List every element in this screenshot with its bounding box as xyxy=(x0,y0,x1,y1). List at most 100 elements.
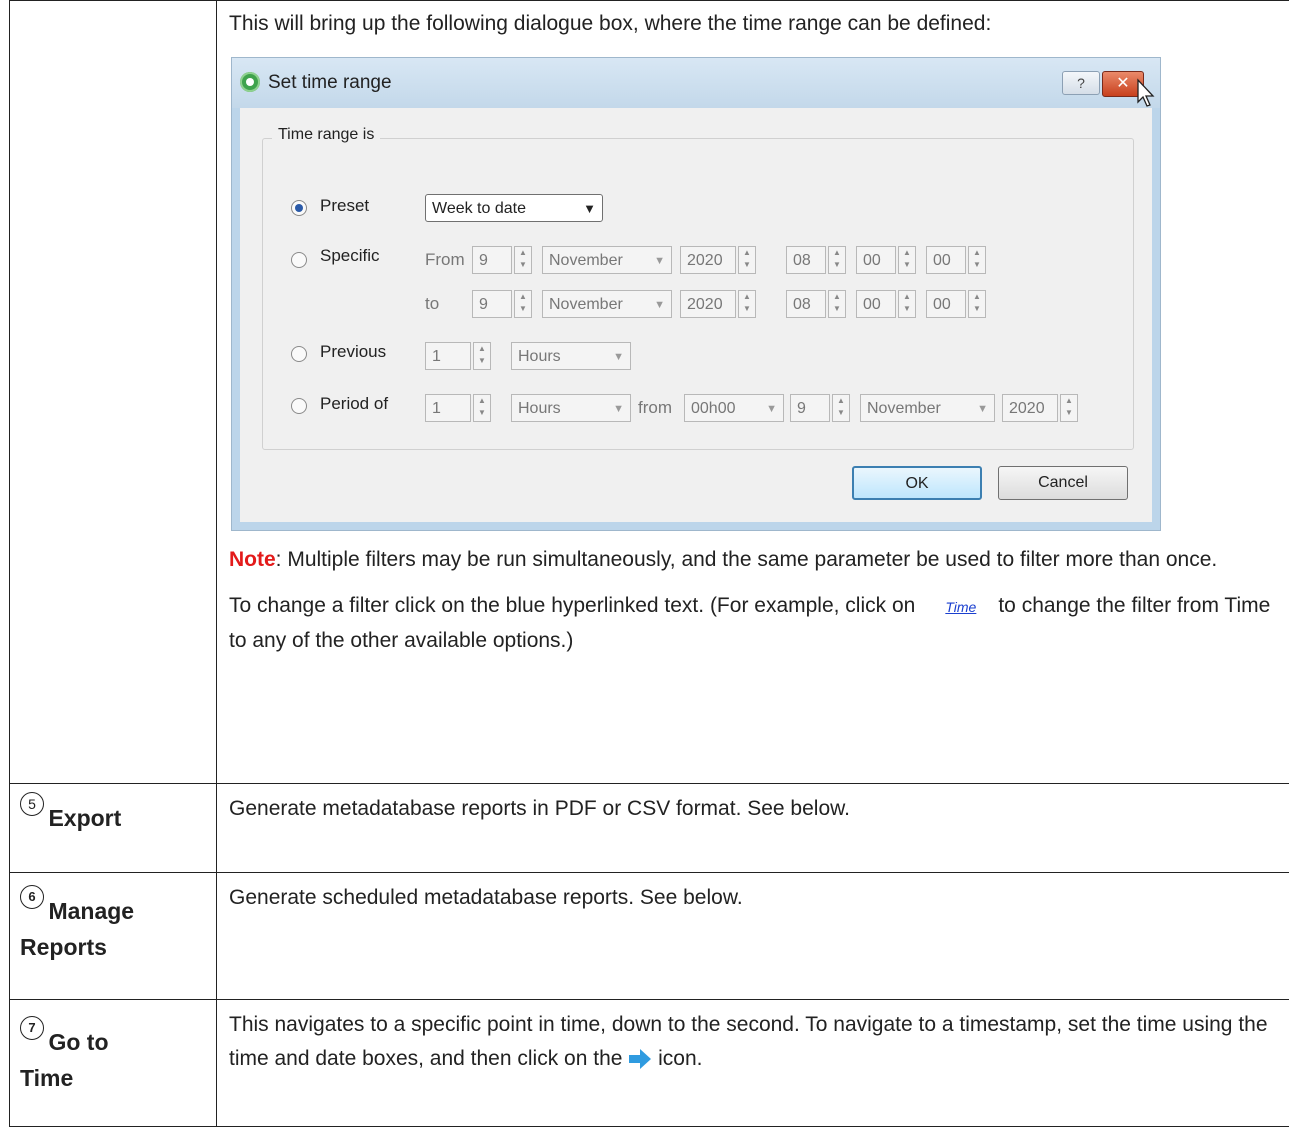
mouse-pointer-icon xyxy=(1136,78,1158,108)
period-unit-value: Hours xyxy=(518,400,561,417)
to-month-value: November xyxy=(549,296,623,313)
to-day-field[interactable]: 9 xyxy=(472,290,512,318)
change-filter-before: To change a filter click on the blue hyp… xyxy=(229,594,915,617)
specific-radio[interactable] xyxy=(291,252,307,268)
manage-label: Manage xyxy=(48,898,134,924)
preset-radio[interactable] xyxy=(291,200,307,216)
from-day-spinner[interactable]: ▲▼ xyxy=(514,246,532,274)
from-year-spinner[interactable]: ▲▼ xyxy=(738,246,756,274)
label-cell: 7 Go to Time xyxy=(10,1000,217,1127)
change-filter-paragraph: To change a filter click on the blue hyp… xyxy=(229,589,1275,658)
table-row: 7 Go to Time This navigates to a specifi… xyxy=(10,1000,1289,1127)
description-cell: Generate scheduled metadatabase reports.… xyxy=(217,873,1289,1000)
from-month-value: November xyxy=(549,252,623,269)
period-label: Period of xyxy=(320,394,388,414)
previous-unit-value: Hours xyxy=(518,348,561,365)
chevron-down-icon: ▼ xyxy=(613,343,624,371)
label-cell: 5 Export xyxy=(10,784,217,873)
label-cell: 6 Manage Reports xyxy=(10,873,217,1000)
step-number-5: 5 xyxy=(20,792,44,816)
group-title: Time range is xyxy=(272,126,380,144)
period-month-value: November xyxy=(867,400,941,417)
time-label: Time xyxy=(20,1065,73,1091)
previous-count-spinner[interactable]: ▲▼ xyxy=(473,342,491,370)
to-second-spinner[interactable]: ▲▼ xyxy=(968,290,986,318)
from-year-field[interactable]: 2020 xyxy=(680,246,736,274)
to-year-spinner[interactable]: ▲▼ xyxy=(738,290,756,318)
period-time-value: 00h00 xyxy=(691,400,736,417)
export-description: Generate metadatabase reports in PDF or … xyxy=(229,792,1275,826)
period-year-field[interactable]: 2020 xyxy=(1002,394,1058,422)
period-unit-select[interactable]: Hours▼ xyxy=(511,394,631,422)
period-day-field[interactable]: 9 xyxy=(790,394,830,422)
from-hour-spinner[interactable]: ▲▼ xyxy=(828,246,846,274)
step-number-7: 7 xyxy=(20,1016,44,1040)
period-time-select[interactable]: 00h00 ▼ xyxy=(684,394,784,422)
to-day-spinner[interactable]: ▲▼ xyxy=(514,290,532,318)
go-to-time-text-end: icon. xyxy=(658,1047,702,1070)
period-year-spinner[interactable]: ▲▼ xyxy=(1060,394,1078,422)
to-label: to xyxy=(425,294,439,314)
chevron-down-icon: ▼ xyxy=(654,291,665,319)
help-button[interactable]: ? xyxy=(1062,71,1100,95)
chevron-down-icon: ▼ xyxy=(583,195,596,223)
empty-label-cell xyxy=(10,1,217,784)
chevron-down-icon: ▼ xyxy=(766,395,777,423)
previous-unit-select[interactable]: Hours ▼ xyxy=(511,342,631,370)
to-minute-spinner[interactable]: ▲▼ xyxy=(898,290,916,318)
to-hour-spinner[interactable]: ▲▼ xyxy=(828,290,846,318)
to-second-field[interactable]: 00 xyxy=(926,290,966,318)
time-filter-link[interactable]: Time xyxy=(945,590,976,624)
from-label: From xyxy=(425,250,465,270)
from-month-select[interactable]: November ▼ xyxy=(542,246,672,274)
period-count-spinner[interactable]: ▲▼ xyxy=(473,394,491,422)
chevron-down-icon: ▼ xyxy=(654,247,665,275)
export-label: Export xyxy=(48,805,121,831)
from-second-field[interactable]: 00 xyxy=(926,246,966,274)
go-to-time-description: This navigates to a specific point in ti… xyxy=(229,1008,1275,1076)
intro-text: This will bring up the following dialogu… xyxy=(229,7,1275,41)
to-hour-field[interactable]: 08 xyxy=(786,290,826,318)
previous-radio[interactable] xyxy=(291,346,307,362)
from-day-field[interactable]: 9 xyxy=(472,246,512,274)
period-count-field[interactable]: 1 xyxy=(425,394,471,422)
note-paragraph: Note: Multiple filters may be run simult… xyxy=(229,543,1275,577)
go-to-label: Go to xyxy=(48,1029,108,1055)
go-to-time-text: This navigates to a specific point in ti… xyxy=(229,1013,1268,1070)
step-number-6: 6 xyxy=(20,885,44,909)
note-label: Note xyxy=(229,548,276,571)
period-day-spinner[interactable]: ▲▼ xyxy=(832,394,850,422)
document-table: This will bring up the following dialogu… xyxy=(9,0,1289,1127)
arrow-right-icon xyxy=(628,1048,652,1070)
dialog-titlebar: Set time range ? ✕ xyxy=(232,58,1160,108)
from-minute-spinner[interactable]: ▲▼ xyxy=(898,246,916,274)
to-year-field[interactable]: 2020 xyxy=(680,290,736,318)
preset-select[interactable]: Week to date ▼ xyxy=(425,194,603,222)
period-from-label: from xyxy=(638,398,672,418)
specific-label: Specific xyxy=(320,246,380,266)
content-cell: This will bring up the following dialogu… xyxy=(217,1,1289,784)
description-cell: Generate metadatabase reports in PDF or … xyxy=(217,784,1289,873)
cancel-button[interactable]: Cancel xyxy=(998,466,1128,500)
dialog-client-area: Time range is Preset Week to date ▼ Spec… xyxy=(240,108,1152,522)
previous-label: Previous xyxy=(320,342,386,362)
from-minute-field[interactable]: 00 xyxy=(856,246,896,274)
period-month-select[interactable]: November▼ xyxy=(860,394,995,422)
to-minute-field[interactable]: 00 xyxy=(856,290,896,318)
description-cell: This navigates to a specific point in ti… xyxy=(217,1000,1289,1127)
preset-value: Week to date xyxy=(432,200,526,217)
app-eye-icon xyxy=(240,72,260,92)
table-row: 6 Manage Reports Generate scheduled meta… xyxy=(10,873,1289,1000)
table-row: 5 Export Generate metadatabase reports i… xyxy=(10,784,1289,873)
manage-reports-description: Generate scheduled metadatabase reports.… xyxy=(229,881,1275,915)
set-time-range-dialog: Set time range ? ✕ Time range is Preset xyxy=(231,57,1161,531)
reports-label: Reports xyxy=(20,934,107,960)
from-hour-field[interactable]: 08 xyxy=(786,246,826,274)
from-second-spinner[interactable]: ▲▼ xyxy=(968,246,986,274)
to-month-select[interactable]: November ▼ xyxy=(542,290,672,318)
ok-button[interactable]: OK xyxy=(852,466,982,500)
note-text: : Multiple filters may be run simultaneo… xyxy=(276,548,1218,571)
previous-count-field[interactable]: 1 xyxy=(425,342,471,370)
period-radio[interactable] xyxy=(291,398,307,414)
preset-label: Preset xyxy=(320,196,369,216)
